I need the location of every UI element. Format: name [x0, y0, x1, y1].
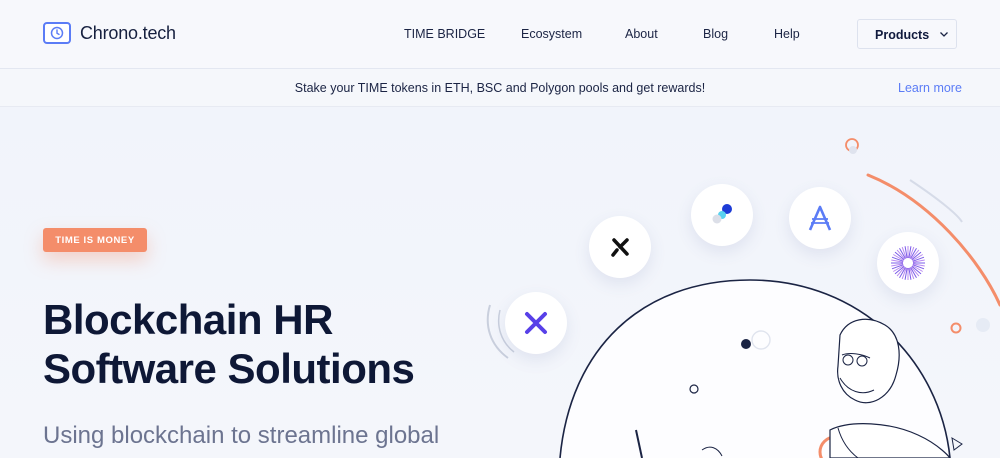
hero-illustration: [486, 138, 1000, 458]
hero-subtitle: Using blockchain to streamline global: [43, 422, 440, 449]
a-token-icon: [789, 187, 851, 249]
nav-item-ecosystem[interactable]: Ecosystem: [521, 27, 582, 41]
nav-item-time-bridge[interactable]: TIME BRIDGE: [404, 27, 485, 41]
time-is-money-badge: TIME IS MONEY: [43, 228, 147, 252]
products-label: Products: [875, 28, 930, 42]
hero-title-line-2: Software Solutions: [43, 345, 415, 392]
brand-logo[interactable]: Chrono.tech: [43, 22, 176, 44]
radial-lines-token-icon: [877, 232, 939, 294]
x-token-icon: [505, 292, 567, 354]
products-dropdown[interactable]: Products: [857, 19, 957, 49]
hero-title-line-1: Blockchain HR: [43, 296, 333, 343]
brand-name: Chrono.tech: [80, 22, 176, 43]
hero-title: Blockchain HR Software Solutions: [43, 295, 415, 393]
nav-item-blog[interactable]: Blog: [703, 27, 728, 41]
top-navigation: Chrono.tech TIME BRIDGE Ecosystem About …: [0, 0, 1000, 69]
banner-text: Stake your TIME tokens in ETH, BSC and P…: [294, 81, 706, 95]
chevron-down-icon: [939, 28, 949, 42]
learn-more-link[interactable]: Learn more: [898, 81, 962, 95]
dots-token-icon: [691, 184, 753, 246]
clock-icon: [43, 22, 71, 44]
nav-item-about[interactable]: About: [625, 27, 658, 41]
announcement-banner: Stake your TIME tokens in ETH, BSC and P…: [0, 69, 1000, 107]
dark-x-token-icon: [589, 216, 651, 278]
nav-item-help[interactable]: Help: [774, 27, 800, 41]
